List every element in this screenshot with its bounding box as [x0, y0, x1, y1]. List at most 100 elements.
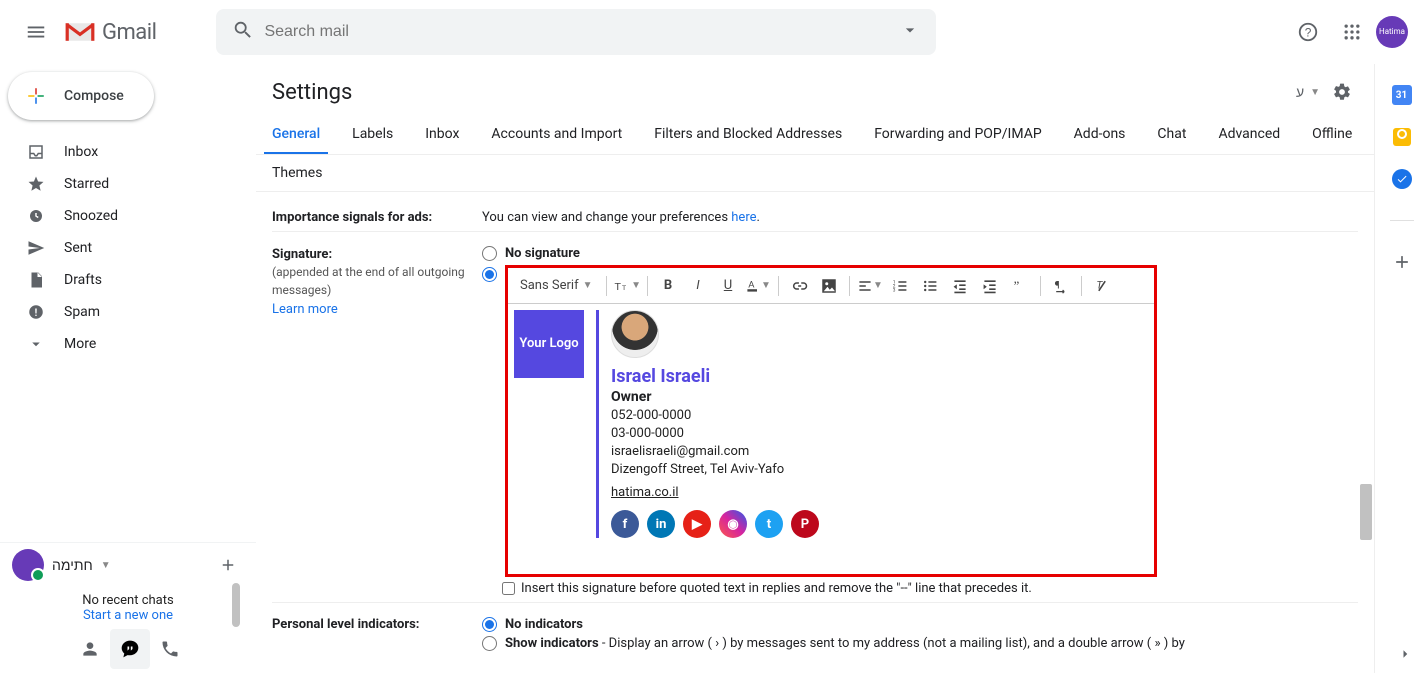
settings-tabs-row2: Themes: [256, 155, 1374, 192]
hangouts-scrollbar[interactable]: [232, 583, 240, 627]
spam-icon: !: [26, 303, 46, 321]
gear-icon[interactable]: [1326, 76, 1358, 108]
insert-before-quoted-option[interactable]: Insert this signature before quoted text…: [502, 581, 1358, 596]
sidebar-item-snoozed[interactable]: Snoozed: [0, 200, 256, 232]
tab-advanced[interactable]: Advanced: [1210, 116, 1288, 154]
linkedin-icon[interactable]: in: [647, 510, 675, 538]
search-input[interactable]: [262, 22, 892, 42]
signature-learn-more[interactable]: Learn more: [272, 302, 338, 317]
twitter-icon[interactable]: t: [755, 510, 783, 538]
show-indicators-option[interactable]: Show indicators - Display an arrow ( › )…: [482, 636, 1358, 651]
pli-body: No indicators Show indicators - Display …: [482, 617, 1358, 653]
signature-radio[interactable]: [482, 267, 497, 282]
search-icon[interactable]: [224, 11, 262, 53]
sidebar-item-inbox[interactable]: Inbox: [0, 136, 256, 168]
keep-button[interactable]: [1391, 126, 1413, 148]
apps-icon[interactable]: [1332, 12, 1372, 52]
youtube-icon[interactable]: ▶: [683, 510, 711, 538]
tab-forwarding[interactable]: Forwarding and POP/IMAP: [866, 116, 1049, 154]
chevron-down-icon: [26, 335, 46, 353]
hangouts-tab[interactable]: [110, 629, 150, 669]
facebook-icon[interactable]: f: [611, 510, 639, 538]
svg-text:T: T: [615, 280, 622, 292]
support-icon[interactable]: ?: [1288, 12, 1328, 52]
text-color-button[interactable]: A▼: [744, 272, 772, 300]
search-options-dropdown[interactable]: [892, 12, 928, 52]
signature-email: israelisraeli@gmail.com: [611, 444, 819, 459]
insert-before-quoted-checkbox[interactable]: [502, 582, 515, 595]
font-size-button[interactable]: TT▼: [613, 272, 641, 300]
inbox-icon: [26, 143, 46, 161]
bold-button[interactable]: B: [654, 272, 682, 300]
nav-label: Sent: [64, 240, 92, 256]
gmail-icon: [64, 20, 96, 44]
align-button[interactable]: ▼: [856, 272, 884, 300]
instagram-icon[interactable]: ◉: [719, 510, 747, 538]
no-indicators-option[interactable]: No indicators: [482, 617, 1358, 632]
sidebar-item-spam[interactable]: ! Spam: [0, 296, 256, 328]
no-signature-option[interactable]: No signature: [482, 246, 1358, 261]
pinterest-icon[interactable]: P: [791, 510, 819, 538]
text-direction-button[interactable]: ¶: [1047, 272, 1075, 300]
start-chat-link[interactable]: Start a new one: [0, 608, 256, 623]
tasks-button[interactable]: [1391, 168, 1413, 190]
separator: [647, 276, 648, 296]
signature-website: hatima.co.il: [611, 485, 819, 500]
tab-addons[interactable]: Add-ons: [1066, 116, 1134, 154]
main-scrollbar[interactable]: [1360, 484, 1372, 540]
remove-formatting-button[interactable]: T: [1088, 272, 1116, 300]
settings-tools: ע ▼: [1296, 76, 1358, 108]
signature-details: Israel Israeli Owner 052-000-0000 03-000…: [611, 310, 819, 538]
no-indicators-radio[interactable]: [482, 617, 497, 632]
indent-less-button[interactable]: [946, 272, 974, 300]
hangouts-avatar[interactable]: [12, 549, 44, 581]
get-addons-button[interactable]: [1391, 251, 1413, 273]
phone-tab[interactable]: [150, 629, 190, 669]
tab-accounts[interactable]: Accounts and Import: [483, 116, 630, 154]
image-button[interactable]: [815, 272, 843, 300]
svg-text:3: 3: [893, 287, 896, 293]
compose-button[interactable]: Compose: [8, 72, 154, 120]
separator: [1040, 276, 1041, 296]
tab-inbox[interactable]: Inbox: [417, 116, 467, 154]
account-avatar[interactable]: Hatima: [1376, 16, 1408, 48]
no-signature-radio[interactable]: [482, 246, 497, 261]
separator: [1081, 276, 1082, 296]
chevron-down-icon[interactable]: ▼: [1310, 87, 1320, 98]
importance-here-link[interactable]: here: [731, 210, 756, 225]
quote-button[interactable]: ”: [1006, 272, 1034, 300]
tab-filters[interactable]: Filters and Blocked Addresses: [646, 116, 850, 154]
input-tools-button[interactable]: ע: [1296, 84, 1304, 100]
italic-button[interactable]: I: [684, 272, 712, 300]
svg-text:¶: ¶: [1055, 278, 1060, 291]
contacts-tab[interactable]: [70, 629, 110, 669]
sidebar-item-starred[interactable]: Starred: [0, 168, 256, 200]
signature-content[interactable]: Your Logo Israel Israeli Owner 052-000-0…: [508, 304, 1154, 574]
link-button[interactable]: [785, 272, 813, 300]
bullet-list-button[interactable]: [916, 272, 944, 300]
new-chat-button[interactable]: [212, 549, 244, 581]
signature-label: Signature:: [272, 247, 332, 262]
underline-button[interactable]: U: [714, 272, 742, 300]
hangouts-footer: [0, 625, 256, 673]
signature-preview: Your Logo Israel Israeli Owner 052-000-0…: [514, 310, 1148, 538]
indent-more-button[interactable]: [976, 272, 1004, 300]
clock-icon: [26, 207, 46, 225]
sidebar-item-more[interactable]: More: [0, 328, 256, 360]
tab-chat[interactable]: Chat: [1149, 116, 1194, 154]
hangouts-header: חתימה ▼: [0, 543, 256, 587]
sidebar-item-sent[interactable]: Sent: [0, 232, 256, 264]
main-menu-button[interactable]: [12, 8, 60, 56]
show-indicators-radio[interactable]: [482, 636, 497, 651]
numbered-list-button[interactable]: 123: [886, 272, 914, 300]
tab-offline[interactable]: Offline: [1304, 116, 1360, 154]
tab-general[interactable]: General: [264, 116, 328, 154]
hide-sidepanel-button[interactable]: [1396, 645, 1414, 667]
calendar-button[interactable]: 31: [1391, 84, 1413, 106]
tab-themes[interactable]: Themes: [272, 165, 322, 181]
font-family-dropdown[interactable]: Sans Serif ▼: [514, 278, 600, 293]
gmail-logo[interactable]: Gmail: [64, 20, 156, 45]
tab-labels[interactable]: Labels: [344, 116, 401, 154]
sidebar-item-drafts[interactable]: Drafts: [0, 264, 256, 296]
chevron-down-icon[interactable]: ▼: [101, 560, 111, 571]
